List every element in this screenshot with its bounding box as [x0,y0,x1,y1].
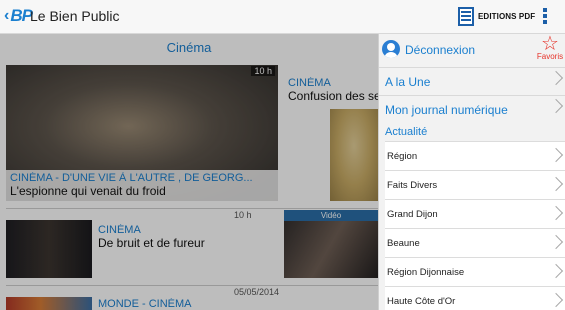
user-avatar-icon [382,40,400,58]
drawer-item-mon-journal[interactable]: Mon journal numérique [379,95,565,122]
back-chevron-icon[interactable]: ‹ [4,6,9,26]
drawer-subitem-label: Beaune [387,238,420,249]
drawer-subitem-label: Faits Divers [387,180,438,191]
main-content: Cinéma 10 h CINÉMA - D'UNE VIE À L'AUTRE… [0,34,378,310]
editions-pdf-label: EDITIONS PDF [478,12,536,21]
article-date: 05/05/2014 [234,287,280,297]
drawer-section-actualite: Actualité [385,126,428,138]
logo-text: BP [10,6,33,25]
article-kicker: MONDE - CINÉMA [98,298,192,310]
star-outline-icon: ☆ [541,34,559,55]
drawer-subitem-region-dijonnaise[interactable]: Région Dijonnaise [385,257,565,286]
chevron-right-icon [548,176,564,192]
article-time: 10 h [251,66,275,76]
chevron-right-icon [548,147,564,163]
drawer-subitem-grand-dijon[interactable]: Grand Dijon [385,199,565,228]
chevron-right-icon [548,292,564,308]
article-card-row[interactable]: 10 h CINÉMA De bruit et de fureur Vidéo [6,210,378,280]
article-headline: Confusion des sen [288,89,378,103]
chevron-right-icon [548,70,564,86]
action-bar: ‹ BP Le Bien Public EDITIONS PDF [0,0,565,34]
drawer-subitem-label: Région Dijonnaise [387,267,465,278]
article-image [330,109,378,201]
divider [6,285,378,286]
editions-pdf-button[interactable]: EDITIONS PDF [458,7,535,26]
article-kicker: CINÉMA [98,224,141,236]
navigation-drawer: Déconnexion ☆ Favoris A la Une Mon journ… [378,34,565,310]
article-caption: CINÉMA - D'UNE VIE À L'AUTRE , DE GEORG.… [6,170,278,201]
article-kicker: CINÉMA [288,77,331,89]
drawer-subitem-label: Haute Côte d'Or [387,296,456,307]
overflow-menu-icon[interactable] [543,8,547,26]
divider [6,208,378,209]
drawer-subitem-label: Région [387,151,418,162]
drawer-subitem-region[interactable]: Région [385,141,565,170]
video-badge: Vidéo [284,210,378,221]
article-kicker: CINÉMA - D'UNE VIE À L'AUTRE , DE GEORG.… [10,172,253,184]
article-headline: L'espionne qui venait du froid [10,184,166,198]
chevron-right-icon [548,98,564,114]
article-time: 10 h [234,210,252,220]
favorites-button[interactable]: ☆ Favoris [534,34,565,61]
drawer-subitem-beaune[interactable]: Beaune [385,228,565,257]
article-card-featured[interactable]: 10 h CINÉMA - D'UNE VIE À L'AUTRE , DE G… [6,65,278,201]
favorites-label: Favoris [536,52,564,61]
drawer-item-label: A la Une [385,75,431,89]
app-logo[interactable]: ‹ BP [4,6,33,26]
chevron-right-icon [548,263,564,279]
drawer-item-a-la-une[interactable]: A la Une [379,67,565,94]
article-image [6,297,92,310]
drawer-item-label: Mon journal numérique [385,103,508,117]
article-card-row[interactable]: 05/05/2014 MONDE - CINÉMA [6,287,378,310]
article-card-secondary[interactable]: CINÉMA Confusion des sen [284,65,378,201]
app-title: Le Bien Public [30,8,120,24]
drawer-subitem-label: Grand Dijon [387,209,438,220]
section-title: Cinéma [166,40,212,55]
drawer-subitem-haute-cote-dor[interactable]: Haute Côte d'Or [385,286,565,310]
article-image [6,220,92,278]
video-thumbnail[interactable]: Vidéo [284,210,378,278]
chevron-right-icon [548,234,564,250]
chevron-right-icon [548,205,564,221]
drawer-subitem-faits-divers[interactable]: Faits Divers [385,170,565,199]
article-headline: De bruit et de fureur [98,236,205,250]
newspaper-icon [458,7,474,26]
logout-label: Déconnexion [405,43,476,57]
